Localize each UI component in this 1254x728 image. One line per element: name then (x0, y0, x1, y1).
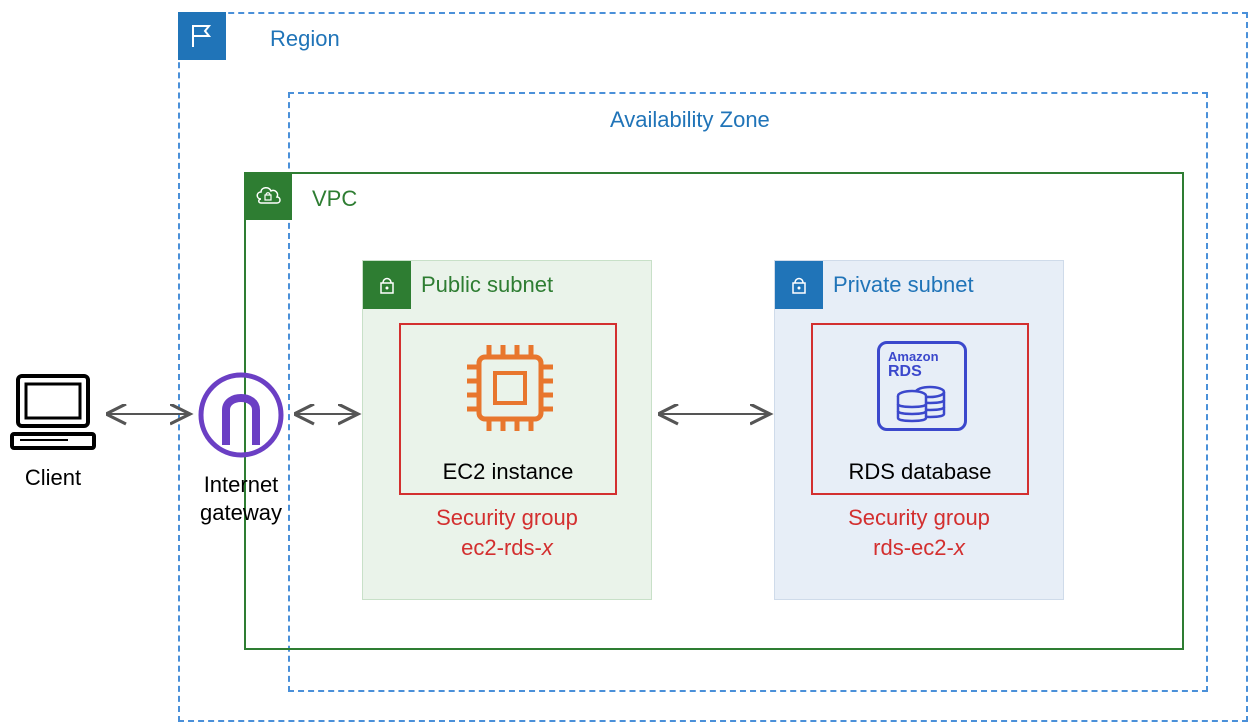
private-subnet-icon-box (775, 261, 823, 309)
flag-icon (187, 21, 217, 51)
region-label: Region (270, 26, 340, 52)
private-sg-line1: Security group (775, 505, 1063, 531)
igw-label: Internet gateway (196, 471, 286, 526)
ec2-instance-label: EC2 instance (401, 459, 615, 485)
vpc-label: VPC (312, 186, 357, 212)
private-sg-box: Amazon RDS RDS database (811, 323, 1029, 495)
private-sg-line2: rds-ec2-x (775, 535, 1063, 561)
region-flag-icon (178, 12, 226, 60)
private-sg-suffix: x (954, 535, 965, 560)
rds-brand2: RDS (880, 364, 922, 380)
public-sg-line2: ec2-rds-x (363, 535, 651, 561)
public-sg-line1: Security group (363, 505, 651, 531)
client-computer-icon (8, 370, 98, 454)
private-sg-prefix: rds-ec2- (873, 535, 954, 560)
rds-icon: Amazon RDS (877, 341, 967, 431)
ec2-chip-icon (455, 337, 565, 441)
private-sg-text: Security group rds-ec2-x (775, 505, 1063, 561)
igw-box: Internet gateway (196, 370, 286, 526)
rds-database-label: RDS database (813, 459, 1027, 485)
lock-icon (785, 271, 813, 299)
private-subnet-box: Private subnet Amazon RDS RDS database S… (774, 260, 1064, 600)
public-subnet-box: Public subnet EC2 in (362, 260, 652, 600)
lock-icon (373, 271, 401, 299)
public-sg-prefix: ec2-rds- (461, 535, 542, 560)
igw-icon (196, 370, 286, 460)
public-subnet-icon-box (363, 261, 411, 309)
public-sg-box: EC2 instance (399, 323, 617, 495)
client-label: Client (8, 465, 98, 491)
private-subnet-label: Private subnet (833, 272, 974, 298)
client-box: Client (8, 370, 98, 491)
database-icon (892, 382, 952, 426)
cloud-lock-icon (251, 179, 285, 213)
public-subnet-label: Public subnet (421, 272, 553, 298)
az-label: Availability Zone (610, 107, 770, 133)
igw-line2: gateway (196, 499, 286, 527)
public-sg-text: Security group ec2-rds-x (363, 505, 651, 561)
vpc-icon-box (244, 172, 292, 220)
rds-brand1: Amazon (880, 350, 939, 364)
public-sg-suffix: x (542, 535, 553, 560)
igw-line1: Internet (196, 471, 286, 499)
